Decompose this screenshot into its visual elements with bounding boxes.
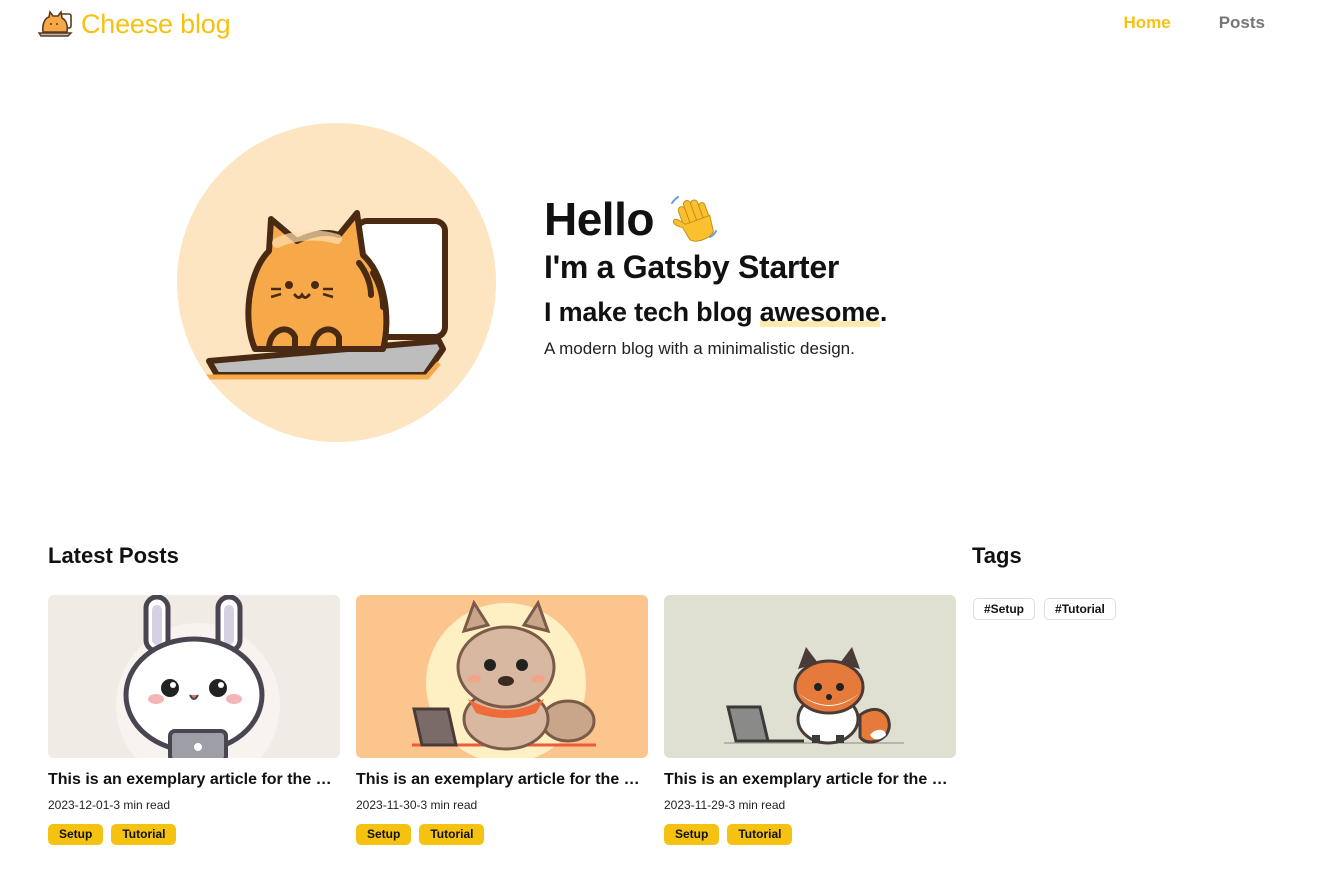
tagline-prefix: I make tech blog <box>544 297 760 327</box>
site-title: Cheese blog <box>81 9 231 39</box>
post-tags: Setup Tutorial <box>356 824 648 845</box>
hero-avatar <box>177 123 496 442</box>
post-title[interactable]: This is an exemplary article for the blo… <box>356 770 648 790</box>
waving-hand-icon <box>670 196 717 242</box>
cat-on-laptop-illustration <box>177 123 496 442</box>
hero-greeting: Hello <box>544 190 887 248</box>
post-tag-setup[interactable]: Setup <box>48 824 104 845</box>
post-thumbnail[interactable] <box>48 595 340 758</box>
hero-description: A modern blog with a minimalistic design… <box>544 339 855 358</box>
hero-subtitle: I'm a Gatsby Starter <box>544 249 840 285</box>
post-thumbnail[interactable] <box>356 595 648 758</box>
dog-with-laptop-illustration <box>356 595 648 758</box>
tag-list: #Setup #Tutorial <box>973 598 1116 620</box>
fox-with-laptop-illustration <box>664 595 956 758</box>
post-tag-setup[interactable]: Setup <box>664 824 720 845</box>
hero-text: Hello I'm a Gatsby Starter I make tech b… <box>544 190 887 360</box>
post-thumbnail[interactable] <box>664 595 956 758</box>
tag-chip-tutorial[interactable]: #Tutorial <box>1044 598 1116 620</box>
tag-chip-setup[interactable]: #Setup <box>973 598 1036 620</box>
tagline-suffix: . <box>879 297 888 327</box>
post-meta: 2023-12-01-3 min read <box>48 798 171 812</box>
post-tags: Setup Tutorial <box>664 824 956 845</box>
tagline-highlight: awesome <box>759 297 880 327</box>
site-logo[interactable]: Cheese blog <box>37 8 231 40</box>
hello-text: Hello <box>544 193 654 245</box>
post-card[interactable]: This is an exemplary article for the blo… <box>664 595 956 845</box>
bunny-with-laptop-illustration <box>48 595 340 758</box>
post-title[interactable]: This is an exemplary article for the blo… <box>664 770 956 790</box>
post-card[interactable]: This is an exemplary article for the blo… <box>356 595 648 845</box>
post-meta: 2023-11-29-3 min read <box>664 798 786 812</box>
cat-on-laptop-icon <box>37 10 73 37</box>
nav-posts[interactable]: Posts <box>1219 13 1265 33</box>
site-header: Cheese blog Home Posts <box>0 0 1317 48</box>
post-tag-setup[interactable]: Setup <box>356 824 412 845</box>
tags-heading: Tags <box>972 543 1022 568</box>
post-card[interactable]: This is an exemplary article for the blo… <box>48 595 340 845</box>
hero-tagline: I make tech blog awesome. <box>544 294 887 330</box>
post-meta: 2023-11-30-3 min read <box>356 798 478 812</box>
latest-posts-heading: Latest Posts <box>48 543 179 568</box>
post-tags: Setup Tutorial <box>48 824 340 845</box>
post-tag-tutorial[interactable]: Tutorial <box>419 824 485 845</box>
nav-home[interactable]: Home <box>1123 13 1170 33</box>
post-title[interactable]: This is an exemplary article for the blo… <box>48 770 340 790</box>
post-tag-tutorial[interactable]: Tutorial <box>727 824 793 845</box>
main-nav: Home Posts <box>1123 13 1265 33</box>
post-list: This is an exemplary article for the blo… <box>48 595 956 845</box>
post-tag-tutorial[interactable]: Tutorial <box>111 824 177 845</box>
